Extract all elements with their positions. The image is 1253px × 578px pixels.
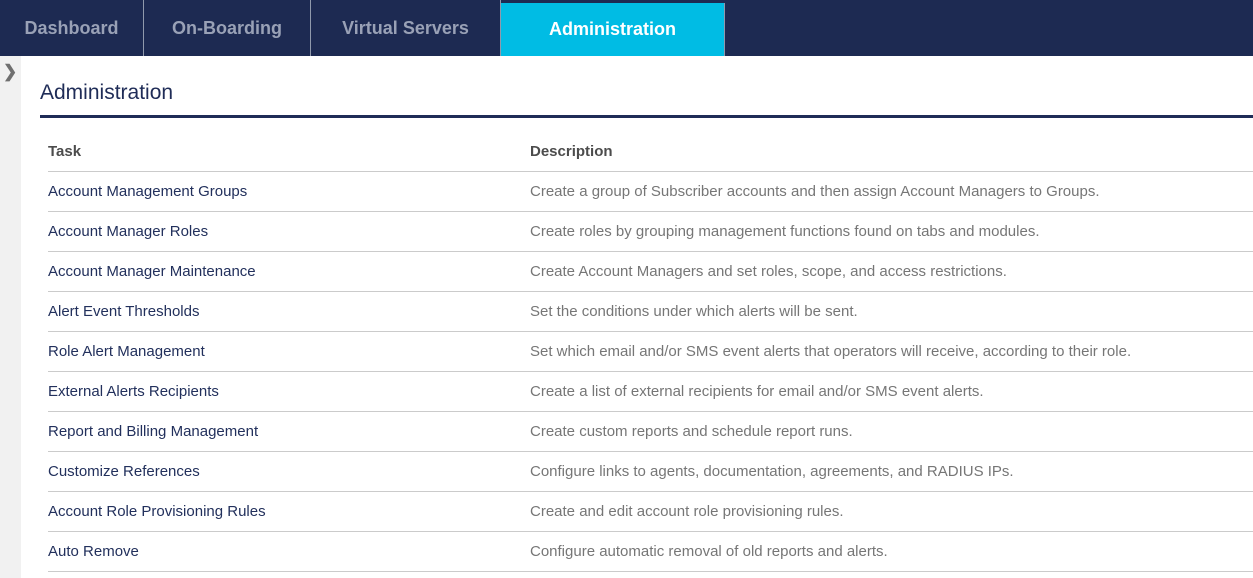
tab-dashboard[interactable]: Dashboard <box>0 0 144 56</box>
table-row: Report and Billing ManagementCreate cust… <box>48 412 1253 452</box>
task-link[interactable]: Account Manager Roles <box>48 223 530 240</box>
task-link[interactable]: Account Role Provisioning Rules <box>48 503 530 520</box>
task-description: Create a group of Subscriber accounts an… <box>530 183 1253 200</box>
task-description: Create a list of external recipients for… <box>530 383 1253 400</box>
task-link[interactable]: Alert Event Thresholds <box>48 303 530 320</box>
task-description: Configure links to agents, documentation… <box>530 463 1253 480</box>
table-row: Account Role Provisioning RulesCreate an… <box>48 492 1253 532</box>
task-description: Set the conditions under which alerts wi… <box>530 303 1253 320</box>
task-description: Configure automatic removal of old repor… <box>530 543 1253 560</box>
table-row: Account Manager MaintenanceCreate Accoun… <box>48 252 1253 292</box>
task-description: Create custom reports and schedule repor… <box>530 423 1253 440</box>
task-link[interactable]: Auto Remove <box>48 543 530 560</box>
task-link[interactable]: Account Manager Maintenance <box>48 263 530 280</box>
tab-on-boarding[interactable]: On-Boarding <box>144 0 311 56</box>
page-title: Administration <box>40 81 1253 105</box>
task-link[interactable]: Customize References <box>48 463 530 480</box>
tab-virtual-servers[interactable]: Virtual Servers <box>311 0 501 56</box>
column-header-task: Task <box>48 143 530 160</box>
task-link[interactable]: Role Alert Management <box>48 343 530 360</box>
tab-bar: DashboardOn-BoardingVirtual ServersAdmin… <box>0 0 1253 56</box>
task-link[interactable]: External Alerts Recipients <box>48 383 530 400</box>
task-link[interactable]: Account Management Groups <box>48 183 530 200</box>
tab-administration[interactable]: Administration <box>501 3 725 56</box>
task-description: Create roles by grouping management func… <box>530 223 1253 240</box>
table-row: Auto RemoveConfigure automatic removal o… <box>48 532 1253 572</box>
table-row: External Alerts RecipientsCreate a list … <box>48 372 1253 412</box>
table-row: Account Manager RolesCreate roles by gro… <box>48 212 1253 252</box>
task-table-body: Account Management GroupsCreate a group … <box>48 172 1253 572</box>
table-header-row: Task Description <box>48 132 1253 172</box>
task-table: Task Description Account Management Grou… <box>48 132 1253 572</box>
task-link[interactable]: Report and Billing Management <box>48 423 530 440</box>
table-row: Customize ReferencesConfigure links to a… <box>48 452 1253 492</box>
title-divider <box>40 115 1253 118</box>
table-row: Alert Event ThresholdsSet the conditions… <box>48 292 1253 332</box>
task-description: Create Account Managers and set roles, s… <box>530 263 1253 280</box>
table-row: Role Alert ManagementSet which email and… <box>48 332 1253 372</box>
main-content: Administration Task Description Account … <box>0 56 1253 572</box>
table-row: Account Management GroupsCreate a group … <box>48 172 1253 212</box>
task-description: Set which email and/or SMS event alerts … <box>530 343 1253 360</box>
column-header-description: Description <box>530 143 1253 160</box>
task-description: Create and edit account role provisionin… <box>530 503 1253 520</box>
